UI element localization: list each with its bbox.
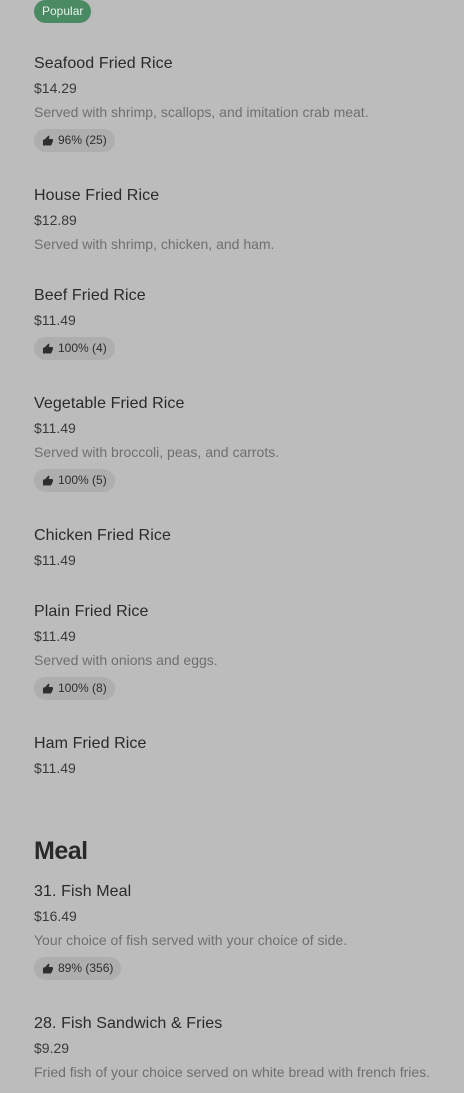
item-name: Plain Fried Rice bbox=[34, 603, 149, 620]
item-price: $9.29 bbox=[34, 1040, 70, 1056]
thumbs-up-icon bbox=[43, 963, 53, 973]
item-name: Chicken Fried Rice bbox=[34, 527, 171, 544]
rating-text: 100% (8) bbox=[58, 681, 107, 695]
item-name: Beef Fried Rice bbox=[34, 287, 146, 304]
thumbs-up-icon bbox=[43, 683, 53, 693]
menu-item[interactable]: Vegetable Fried Rice $11.49 Served with … bbox=[34, 394, 464, 492]
item-description: Served with broccoli, peas, and carrots. bbox=[34, 444, 280, 460]
thumbs-up-icon bbox=[43, 475, 53, 485]
item-description: Served with onions and eggs. bbox=[34, 652, 218, 668]
item-description: Served with shrimp, chicken, and ham. bbox=[34, 236, 275, 252]
item-name: Vegetable Fried Rice bbox=[34, 395, 185, 412]
section-title-meal: Meal bbox=[34, 837, 88, 865]
menu-item[interactable]: Seafood Fried Rice $14.29 Served with sh… bbox=[34, 54, 464, 152]
rating-badge: 100% (4) bbox=[34, 337, 115, 360]
menu-item[interactable]: Beef Fried Rice $11.49 100% (4) bbox=[34, 286, 464, 360]
menu-item[interactable]: Ham Fried Rice $11.49 bbox=[34, 734, 464, 777]
rating-text: 89% (356) bbox=[58, 961, 114, 975]
menu-item[interactable]: 31. Fish Meal $16.49 Your choice of fish… bbox=[34, 882, 464, 980]
item-price: $11.49 bbox=[34, 312, 76, 328]
item-price: $16.49 bbox=[34, 908, 77, 924]
menu-item[interactable]: 28. Fish Sandwich & Fries $9.29 Fried fi… bbox=[34, 1014, 464, 1081]
thumbs-up-icon bbox=[43, 135, 53, 145]
menu-item[interactable]: Chicken Fried Rice $11.49 bbox=[34, 526, 464, 569]
menu-item[interactable]: Plain Fried Rice $11.49 Served with onio… bbox=[34, 602, 464, 700]
rating-badge: 89% (356) bbox=[34, 957, 122, 980]
rating-badge: 100% (8) bbox=[34, 677, 115, 700]
item-description: Fried fish of your choice served on whit… bbox=[34, 1064, 431, 1080]
item-name: Seafood Fried Rice bbox=[34, 55, 173, 72]
popular-badge: Popular bbox=[34, 0, 92, 23]
item-price: $11.49 bbox=[34, 552, 76, 568]
rating-text: 100% (5) bbox=[58, 473, 107, 487]
rating-badge: 100% (5) bbox=[34, 469, 115, 492]
thumbs-up-icon bbox=[43, 343, 53, 353]
rating-text: 96% (25) bbox=[58, 133, 107, 147]
item-price: $11.49 bbox=[34, 628, 76, 644]
menu-item[interactable]: House Fried Rice $12.89 Served with shri… bbox=[34, 186, 464, 253]
item-name: Ham Fried Rice bbox=[34, 735, 147, 752]
item-price: $11.49 bbox=[34, 420, 76, 436]
item-price: $14.29 bbox=[34, 80, 77, 96]
item-name: House Fried Rice bbox=[34, 187, 160, 204]
item-price: $12.89 bbox=[34, 212, 77, 228]
item-description: Served with shrimp, scallops, and imitat… bbox=[34, 104, 369, 120]
item-price: $11.49 bbox=[34, 760, 76, 776]
item-description: Your choice of fish served with your cho… bbox=[34, 932, 348, 948]
rating-badge: 96% (25) bbox=[34, 129, 115, 152]
item-name: 28. Fish Sandwich & Fries bbox=[34, 1015, 223, 1032]
rating-text: 100% (4) bbox=[58, 341, 107, 355]
item-name: 31. Fish Meal bbox=[34, 883, 132, 900]
